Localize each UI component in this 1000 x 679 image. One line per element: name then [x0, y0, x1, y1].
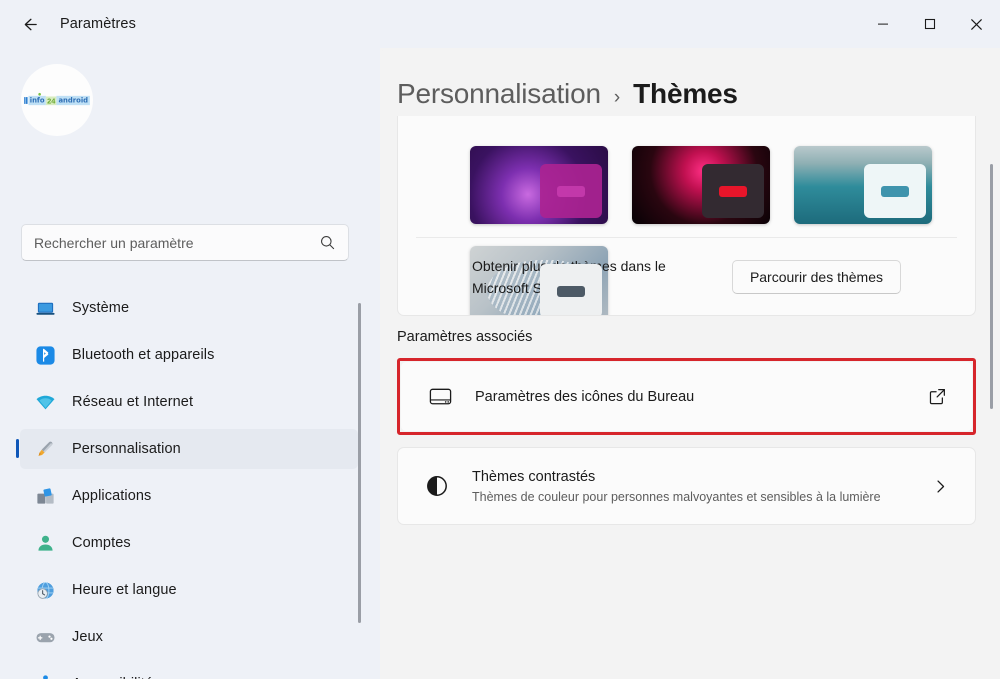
watermark-logo: info 24 android ● — [24, 91, 90, 105]
paintbrush-icon — [34, 438, 56, 460]
account-avatar-area[interactable]: info 24 android ● — [21, 64, 93, 136]
sidebar-item-label: Heure et langue — [72, 582, 177, 598]
browse-themes-button[interactable]: Parcourir des thèmes — [731, 259, 901, 294]
theme-titlebar-preview — [557, 185, 585, 197]
row-title: Paramètres des icônes du Bureau — [475, 388, 695, 405]
sidebar-scrollbar[interactable] — [358, 303, 361, 623]
android-robot-icon: ● — [37, 90, 42, 98]
get-more-themes-row: Obtenir plus de thèmes dans le Microsoft… — [416, 237, 957, 315]
sidebar-item-bluetooth-et-appareils[interactable]: Bluetooth et appareils — [20, 335, 358, 375]
row-text-block: Thèmes contrastés Thèmes de couleur pour… — [472, 467, 927, 506]
sidebar-item-accessibilite[interactable]: Accessibilité — [20, 664, 358, 679]
back-arrow-icon — [24, 18, 37, 30]
scroll-area: Obtenir plus de thèmes dans le Microsoft… — [380, 48, 1000, 679]
sidebar-item-comptes[interactable]: Comptes — [20, 523, 358, 563]
sidebar-item-label: Réseau et Internet — [72, 394, 194, 410]
title-bar: Paramètres — [0, 0, 1000, 48]
theme-titlebar-preview — [557, 285, 585, 297]
breadcrumb-parent[interactable]: Personnalisation — [397, 78, 601, 110]
laptop-icon — [34, 297, 56, 319]
row-title: Thèmes contrastés — [472, 468, 596, 485]
theme-thumbnail-purple-glow[interactable] — [470, 146, 608, 224]
minimize-icon — [877, 23, 888, 25]
contrast-icon — [420, 473, 454, 499]
breadcrumb: Personnalisation › Thèmes — [397, 78, 738, 110]
row-text-block: Paramètres des icônes du Bureau — [475, 387, 924, 407]
theme-window-preview — [540, 264, 602, 315]
chevron-right-icon[interactable] — [927, 473, 953, 499]
apps-icon — [34, 485, 56, 507]
wifi-icon — [34, 391, 56, 413]
theme-thumbnail-dark-flower[interactable] — [632, 146, 770, 224]
watermark-bars-icon — [24, 96, 28, 104]
maximize-icon — [924, 18, 935, 30]
main-content: Personnalisation › Thèmes Obtenir plus d… — [380, 48, 1000, 679]
search-icon — [321, 236, 335, 250]
app-title: Paramètres — [60, 16, 136, 32]
related-settings-heading: Paramètres associés — [397, 329, 533, 345]
breadcrumb-separator: › — [613, 87, 621, 108]
theme-thumbnail-teal-shore[interactable] — [794, 146, 932, 224]
theme-window-preview — [702, 164, 764, 218]
sidebar-item-reseau-et-internet[interactable]: Réseau et Internet — [20, 382, 358, 422]
sidebar: info 24 android ● Rechercher un paramètr… — [0, 48, 380, 679]
back-button[interactable] — [12, 7, 46, 41]
close-button[interactable] — [953, 0, 1000, 48]
watermark-suffix: android — [56, 95, 90, 105]
active-accent-bar — [16, 439, 19, 458]
sidebar-item-label: Comptes — [72, 535, 131, 551]
page-header: Personnalisation › Thèmes — [380, 48, 1000, 116]
sidebar-nav: Système Bluetooth et appareils Réseau et… — [0, 288, 380, 679]
person-icon — [34, 532, 56, 554]
sidebar-item-label: Système — [72, 300, 130, 316]
sidebar-item-label: Jeux — [72, 629, 104, 645]
sidebar-item-heure-et-langue[interactable]: Heure et langue — [20, 570, 358, 610]
theme-titlebar-preview — [719, 185, 747, 197]
sidebar-item-label: Applications — [72, 488, 152, 504]
row-subtitle: Thèmes de couleur pour personnes malvoya… — [472, 489, 881, 504]
external-link-icon[interactable] — [924, 384, 950, 410]
clock-globe-icon — [34, 579, 56, 601]
sidebar-item-jeux[interactable]: Jeux — [20, 617, 358, 657]
search-input[interactable] — [34, 234, 319, 251]
theme-titlebar-preview — [881, 185, 909, 197]
avatar: info 24 android ● — [21, 64, 93, 136]
gamepad-icon — [34, 626, 56, 648]
bluetooth-icon — [34, 344, 56, 366]
window-body: info 24 android ● Rechercher un paramètr… — [0, 48, 1000, 679]
watermark-number: 24 — [45, 95, 57, 105]
caption-buttons — [859, 0, 1000, 48]
page-title: Thèmes — [633, 78, 738, 109]
sidebar-item-personnalisation[interactable]: Personnalisation — [16, 429, 358, 469]
sidebar-item-label: Bluetooth et appareils — [72, 347, 215, 363]
main-scrollbar[interactable] — [990, 164, 993, 409]
minimize-button[interactable] — [859, 0, 906, 48]
theme-window-preview — [864, 164, 926, 218]
desktop-icon-settings-row[interactable]: Paramètres des icônes du Bureau — [401, 362, 972, 431]
sidebar-item-applications[interactable]: Applications — [20, 476, 358, 516]
sidebar-item-label: Personnalisation — [72, 441, 181, 457]
desktop-monitor-icon — [423, 384, 457, 409]
contrast-themes-row[interactable]: Thèmes contrastés Thèmes de couleur pour… — [397, 447, 976, 525]
accessibility-icon — [34, 673, 56, 679]
close-icon — [970, 18, 983, 30]
sidebar-item-systeme[interactable]: Système — [20, 288, 358, 328]
settings-window: Paramètres info 24 android ● Rechercher … — [0, 0, 1000, 679]
search-box[interactable] — [21, 224, 349, 261]
maximize-button[interactable] — [906, 0, 953, 48]
theme-window-preview — [540, 164, 602, 218]
